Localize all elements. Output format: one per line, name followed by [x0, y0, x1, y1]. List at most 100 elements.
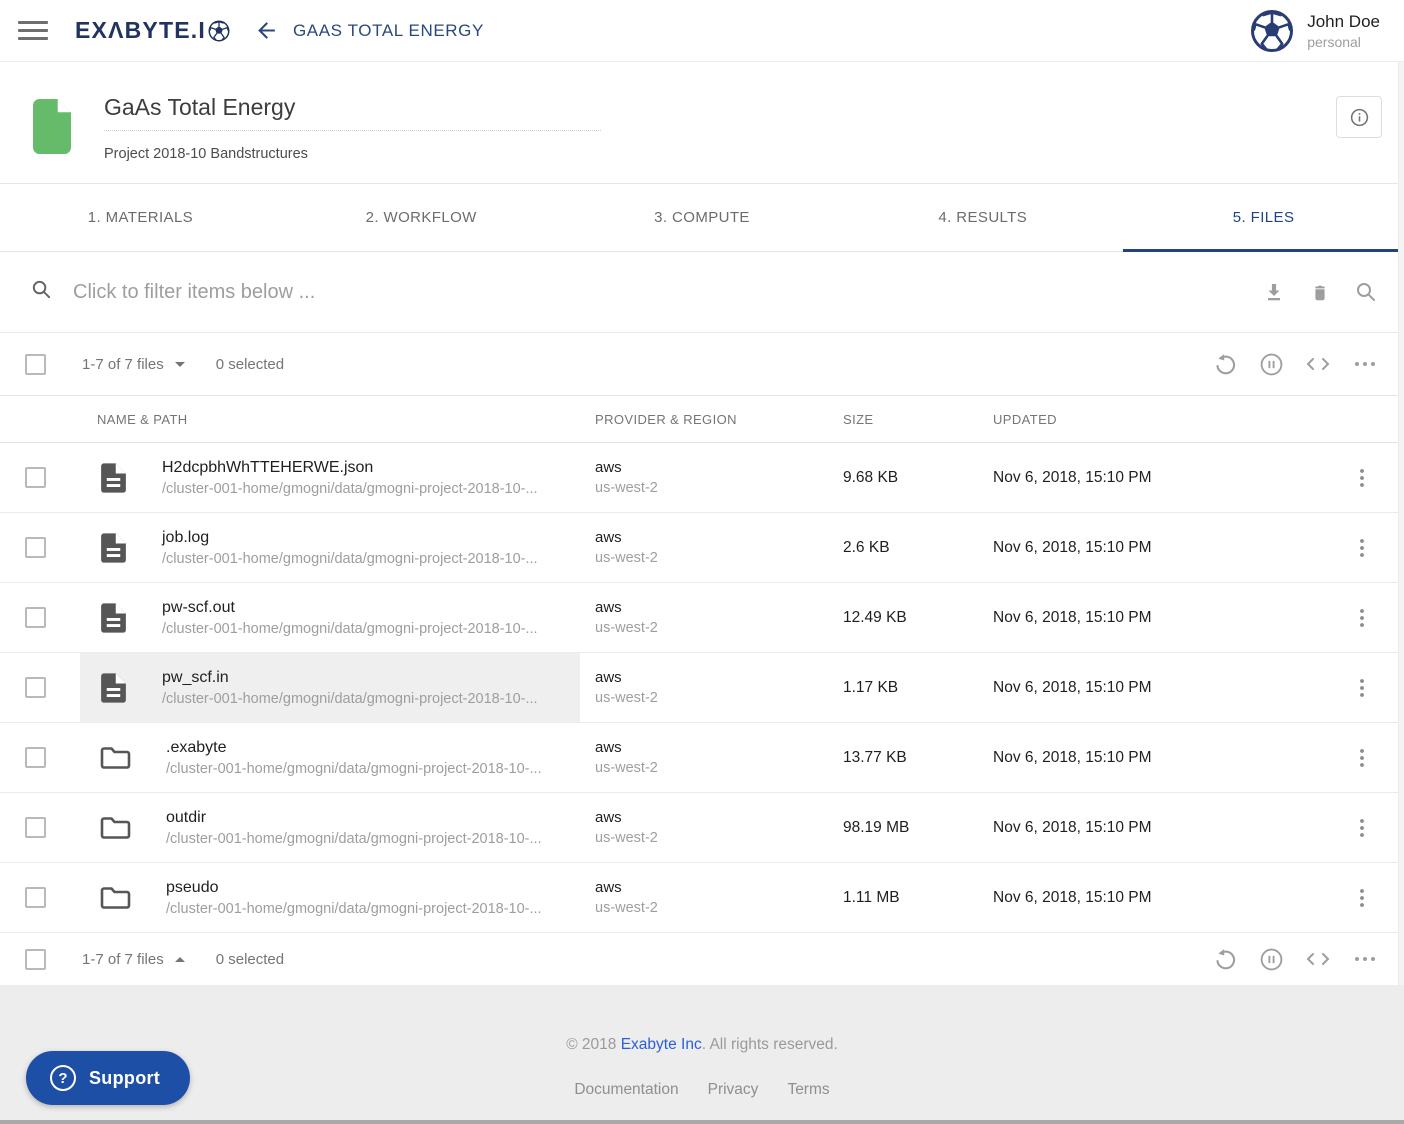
tab-compute[interactable]: 3. COMPUTE [562, 184, 843, 251]
table-row[interactable]: pw-scf.out /cluster-001-home/gmogni/data… [0, 583, 1404, 653]
row-name-cell[interactable]: pw_scf.in /cluster-001-home/gmogni/data/… [80, 653, 580, 722]
hamburger-menu-icon[interactable] [18, 16, 48, 45]
file-size: 1.11 MB [830, 863, 980, 932]
table-row[interactable]: pw_scf.in /cluster-001-home/gmogni/data/… [0, 653, 1404, 723]
info-button[interactable] [1336, 96, 1382, 138]
header-size[interactable]: SIZE [830, 412, 980, 427]
footer-link-documentation[interactable]: Documentation [574, 1081, 678, 1099]
header-provider-region[interactable]: PROVIDER & REGION [580, 412, 830, 427]
row-checkbox[interactable] [25, 817, 46, 838]
row-name-cell[interactable]: outdir /cluster-001-home/gmogni/data/gmo… [80, 793, 580, 862]
range-text: 1-7 of 7 files [82, 356, 164, 373]
row-menu-button[interactable] [1352, 607, 1372, 629]
row-name-cell[interactable]: pw-scf.out /cluster-001-home/gmogni/data… [80, 583, 580, 652]
folder-icon [100, 885, 131, 911]
provider: aws [595, 809, 658, 826]
file-name: pw_scf.in [162, 669, 538, 687]
job-subtitle: Project 2018-10 Bandstructures [104, 146, 308, 162]
table-row[interactable]: outdir /cluster-001-home/gmogni/data/gmo… [0, 793, 1404, 863]
row-menu-button[interactable] [1352, 467, 1372, 489]
pause-button-bottom[interactable] [1259, 947, 1284, 972]
region: us-west-2 [595, 900, 658, 916]
file-name: .exabyte [166, 739, 542, 757]
file-size: 12.49 KB [830, 583, 980, 652]
filter-bar [0, 252, 1404, 333]
user-info[interactable]: John Doe personal [1307, 12, 1380, 50]
region: us-west-2 [595, 690, 658, 706]
footer-link-privacy[interactable]: Privacy [708, 1081, 759, 1099]
list-toolbar-top: 1-7 of 7 files 0 selected [0, 333, 1404, 395]
table-row[interactable]: job.log /cluster-001-home/gmogni/data/gm… [0, 513, 1404, 583]
tab-results[interactable]: 4. RESULTS [842, 184, 1123, 251]
code-button[interactable] [1305, 353, 1331, 375]
file-updated: Nov 6, 2018, 15:10 PM [980, 653, 1344, 722]
row-menu-button[interactable] [1352, 537, 1372, 559]
row-checkbox[interactable] [25, 887, 46, 908]
logo-text: EXΛBYTE.I [75, 17, 206, 44]
search-button[interactable] [1354, 280, 1378, 304]
row-checkbox[interactable] [25, 677, 46, 698]
exabyte-logo[interactable]: EXΛBYTE.I [75, 17, 230, 44]
more-button[interactable] [1352, 352, 1378, 376]
file-size: 9.68 KB [830, 443, 980, 512]
pagination-range[interactable]: 1-7 of 7 files [82, 356, 185, 373]
row-menu-button[interactable] [1352, 887, 1372, 909]
pagination-range-bottom[interactable]: 1-7 of 7 files [82, 951, 185, 968]
back-arrow-icon[interactable] [254, 18, 279, 43]
file-path: /cluster-001-home/gmogni/data/gmogni-pro… [166, 761, 542, 777]
table-row[interactable]: .exabyte /cluster-001-home/gmogni/data/g… [0, 723, 1404, 793]
row-checkbox[interactable] [25, 747, 46, 768]
row-checkbox[interactable] [25, 537, 46, 558]
user-avatar[interactable] [1250, 9, 1294, 53]
select-all-checkbox[interactable] [25, 354, 46, 375]
select-all-checkbox-bottom[interactable] [25, 949, 46, 970]
row-name-cell[interactable]: .exabyte /cluster-001-home/gmogni/data/g… [80, 723, 580, 792]
company-link[interactable]: Exabyte Inc [621, 1036, 702, 1053]
header-name-path[interactable]: NAME & PATH [80, 412, 580, 427]
row-menu-button[interactable] [1352, 747, 1372, 769]
more-button-bottom[interactable] [1352, 947, 1378, 971]
support-label: Support [89, 1068, 160, 1089]
document-icon [100, 673, 127, 703]
scrollbar[interactable] [1398, 62, 1404, 985]
list-toolbar-bottom: 1-7 of 7 files 0 selected [0, 933, 1404, 985]
table-row[interactable]: H2dcpbhWhTTEHERWE.json /cluster-001-home… [0, 443, 1404, 513]
chevron-down-icon [175, 362, 185, 367]
filter-input[interactable] [71, 280, 831, 305]
row-name-cell[interactable]: H2dcpbhWhTTEHERWE.json /cluster-001-home… [80, 443, 580, 512]
refresh-button[interactable] [1213, 352, 1238, 377]
tab-workflow[interactable]: 2. WORKFLOW [281, 184, 562, 251]
selected-count-bottom: 0 selected [216, 951, 284, 968]
pause-button[interactable] [1259, 352, 1284, 377]
region: us-west-2 [595, 550, 658, 566]
file-path: /cluster-001-home/gmogni/data/gmogni-pro… [162, 621, 538, 637]
download-button[interactable] [1262, 280, 1286, 304]
provider: aws [595, 529, 658, 546]
delete-button[interactable] [1309, 280, 1331, 304]
folder-icon [100, 815, 131, 841]
row-name-cell[interactable]: job.log /cluster-001-home/gmogni/data/gm… [80, 513, 580, 582]
support-button[interactable]: ? Support [26, 1051, 190, 1105]
provider: aws [595, 669, 658, 686]
table-row[interactable]: pseudo /cluster-001-home/gmogni/data/gmo… [0, 863, 1404, 933]
region: us-west-2 [595, 620, 658, 636]
folder-icon [100, 745, 131, 771]
file-updated: Nov 6, 2018, 15:10 PM [980, 583, 1344, 652]
row-name-cell[interactable]: pseudo /cluster-001-home/gmogni/data/gmo… [80, 863, 580, 932]
document-icon [100, 603, 127, 633]
header-updated[interactable]: UPDATED [980, 412, 1344, 427]
file-size: 1.17 KB [830, 653, 980, 722]
code-button-bottom[interactable] [1305, 948, 1331, 970]
page-title: GaAs Total Energy [104, 94, 295, 120]
file-name: pw-scf.out [162, 599, 538, 617]
tab-materials[interactable]: 1. MATERIALS [0, 184, 281, 251]
row-menu-button[interactable] [1352, 677, 1372, 699]
footer-link-terms[interactable]: Terms [787, 1081, 829, 1099]
row-menu-button[interactable] [1352, 817, 1372, 839]
row-checkbox[interactable] [25, 607, 46, 628]
refresh-button-bottom[interactable] [1213, 947, 1238, 972]
copyright: © 2018 Exabyte Inc. All rights reserved. [0, 985, 1404, 1054]
tab-files[interactable]: 5. FILES [1123, 184, 1404, 251]
row-checkbox[interactable] [25, 467, 46, 488]
file-name: job.log [162, 529, 538, 547]
